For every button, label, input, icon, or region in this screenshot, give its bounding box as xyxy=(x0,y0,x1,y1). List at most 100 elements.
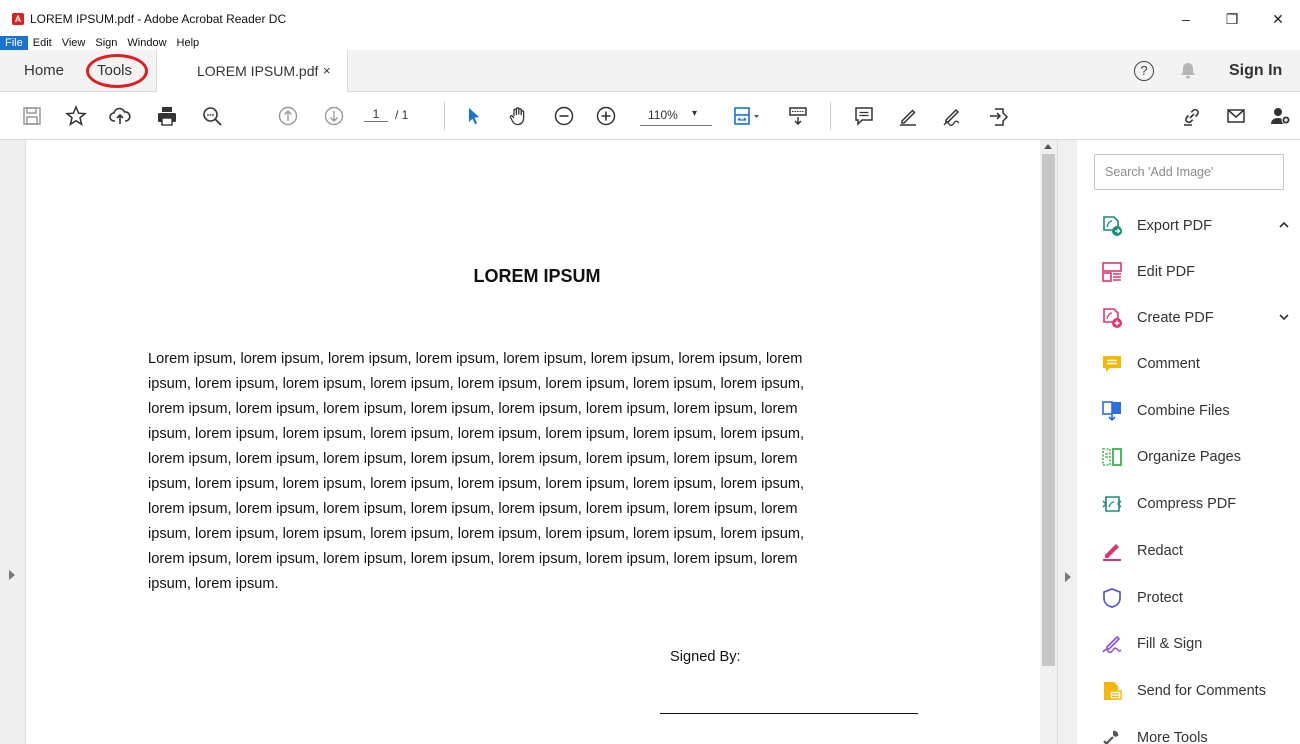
tab-close-icon[interactable]: × xyxy=(323,63,331,78)
menu-file[interactable]: File xyxy=(0,36,28,50)
comment-icon xyxy=(1101,353,1123,375)
send-for-comments-icon xyxy=(1101,680,1123,702)
document-page: LOREM IPSUM Lorem ipsum, lorem ipsum, lo… xyxy=(26,140,1040,744)
tool-comment[interactable]: Comment xyxy=(1101,350,1291,378)
tool-label: Edit PDF xyxy=(1137,264,1196,280)
tab-document-label: LOREM IPSUM.pdf xyxy=(197,63,319,79)
menu-help[interactable]: Help xyxy=(172,36,205,50)
add-user-icon[interactable] xyxy=(1268,104,1292,128)
save-icon[interactable] xyxy=(20,104,44,128)
body-line: lorem ipsum, lorem ipsum, lorem ipsum, l… xyxy=(148,551,798,567)
chevron-up-icon[interactable] xyxy=(1277,218,1291,232)
tool-label: Combine Files xyxy=(1137,403,1230,419)
tool-label: Send for Comments xyxy=(1137,683,1266,699)
body-line: ipsum, lorem ipsum, lorem ipsum, lorem i… xyxy=(148,476,805,492)
tool-label: Redact xyxy=(1137,543,1183,559)
tool-export-pdf[interactable]: Export PDF xyxy=(1101,212,1291,240)
tab-document[interactable]: LOREM IPSUM.pdf × xyxy=(156,50,348,92)
menu-window[interactable]: Window xyxy=(122,36,171,50)
print-icon[interactable] xyxy=(155,104,179,128)
tool-protect[interactable]: Protect xyxy=(1101,584,1291,612)
window-title: LOREM IPSUM.pdf - Adobe Acrobat Reader D… xyxy=(30,12,287,26)
tools-search-input[interactable] xyxy=(1095,155,1283,189)
next-page-icon[interactable] xyxy=(322,104,346,128)
tools-pane-toggle[interactable] xyxy=(1057,140,1077,744)
tools-search[interactable] xyxy=(1094,154,1284,190)
comment-icon[interactable] xyxy=(852,104,876,128)
toolbar: 1 / 1 110% ▾ xyxy=(0,92,1300,140)
menu-sign[interactable]: Sign xyxy=(90,36,122,50)
share-sign-icon[interactable] xyxy=(986,104,1010,128)
tool-label: Export PDF xyxy=(1137,218,1212,234)
select-cursor-icon[interactable] xyxy=(462,104,486,128)
body-line: lorem ipsum, lorem ipsum, lorem ipsum, l… xyxy=(148,451,798,467)
tool-fill-sign[interactable]: Fill & Sign xyxy=(1101,630,1291,658)
chevron-down-icon[interactable] xyxy=(1277,310,1291,324)
tool-label: Protect xyxy=(1137,590,1183,606)
zoom-search-icon[interactable] xyxy=(200,104,224,128)
body-line: ipsum, lorem ipsum, lorem ipsum, lorem i… xyxy=(148,426,805,442)
body-line: ipsum, lorem ipsum, lorem ipsum, lorem i… xyxy=(148,526,805,542)
tool-redact[interactable]: Redact xyxy=(1101,537,1291,565)
left-pane-toggle[interactable] xyxy=(0,140,26,744)
previous-page-icon[interactable] xyxy=(276,104,300,128)
email-icon[interactable] xyxy=(1224,104,1248,128)
highlight-pen-icon[interactable] xyxy=(896,104,920,128)
zoom-level-value: 110% xyxy=(648,108,678,122)
menu-edit[interactable]: Edit xyxy=(28,36,57,50)
create-pdf-icon xyxy=(1101,307,1123,329)
draw-tool-icon[interactable] xyxy=(940,104,964,128)
tool-label: Fill & Sign xyxy=(1137,636,1203,652)
tool-label: Comment xyxy=(1137,356,1200,372)
signature-line xyxy=(660,713,918,714)
edit-pdf-icon xyxy=(1101,261,1123,283)
tab-home[interactable]: Home xyxy=(24,62,64,79)
protect-icon xyxy=(1101,587,1123,609)
collapse-arrow-icon xyxy=(1065,572,1071,582)
fit-page-icon[interactable] xyxy=(730,104,764,128)
toolbar-divider xyxy=(830,102,831,130)
body-line: lorem ipsum, lorem ipsum, lorem ipsum, l… xyxy=(148,501,798,517)
chevron-down-icon: ▾ xyxy=(692,108,698,119)
title-bar: A LOREM IPSUM.pdf - Adobe Acrobat Reader… xyxy=(0,0,1300,36)
document-title: LOREM IPSUM xyxy=(473,266,601,286)
tool-compress-pdf[interactable]: Compress PDF xyxy=(1101,490,1291,518)
vertical-scrollbar[interactable] xyxy=(1040,140,1057,744)
help-icon[interactable]: ? xyxy=(1134,61,1154,81)
scroll-up-icon[interactable] xyxy=(1044,144,1052,149)
body-line: ipsum, lorem ipsum. xyxy=(148,576,279,592)
tool-create-pdf[interactable]: Create PDF xyxy=(1101,304,1291,332)
compress-pdf-icon xyxy=(1101,493,1123,515)
maximize-button[interactable]: ❐ xyxy=(1209,4,1255,34)
body-line: Lorem ipsum, lorem ipsum, lorem ipsum, l… xyxy=(148,351,803,367)
tools-pane: Export PDF Edit PDF Create PDF Comment C… xyxy=(1077,140,1300,744)
sign-in-button[interactable]: Sign In xyxy=(1229,62,1282,80)
hand-tool-icon[interactable] xyxy=(506,104,530,128)
tool-combine-files[interactable]: Combine Files xyxy=(1101,397,1291,425)
tool-more-tools[interactable]: More Tools xyxy=(1101,724,1291,744)
tool-organize-pages[interactable]: Organize Pages xyxy=(1101,443,1291,471)
bookmark-star-icon[interactable] xyxy=(64,104,88,128)
expand-arrow-icon xyxy=(9,570,15,580)
zoom-level-dropdown[interactable]: 110% ▾ xyxy=(640,106,712,126)
minimize-button[interactable]: – xyxy=(1163,4,1209,34)
export-pdf-icon xyxy=(1101,215,1123,237)
menu-view[interactable]: View xyxy=(57,36,91,50)
tool-send-for-comments[interactable]: Send for Comments xyxy=(1101,677,1291,705)
page-total: / 1 xyxy=(395,108,409,122)
page-number-input[interactable]: 1 xyxy=(364,107,388,122)
scroll-mode-icon[interactable] xyxy=(786,104,810,128)
scrollbar-thumb[interactable] xyxy=(1042,154,1055,666)
tool-edit-pdf[interactable]: Edit PDF xyxy=(1101,258,1291,286)
close-window-button[interactable]: ✕ xyxy=(1255,4,1300,34)
cloud-upload-icon[interactable] xyxy=(108,104,132,128)
body-line: lorem ipsum, lorem ipsum, lorem ipsum, l… xyxy=(148,401,798,417)
link-share-icon[interactable] xyxy=(1180,104,1204,128)
zoom-in-icon[interactable] xyxy=(594,104,618,128)
signed-by-label: Signed By: xyxy=(670,649,741,665)
bell-icon[interactable] xyxy=(1178,61,1198,81)
body-line: ipsum, lorem ipsum, lorem ipsum, lorem i… xyxy=(148,376,805,392)
tool-label: More Tools xyxy=(1137,730,1208,744)
combine-files-icon xyxy=(1101,400,1123,422)
zoom-out-icon[interactable] xyxy=(552,104,576,128)
